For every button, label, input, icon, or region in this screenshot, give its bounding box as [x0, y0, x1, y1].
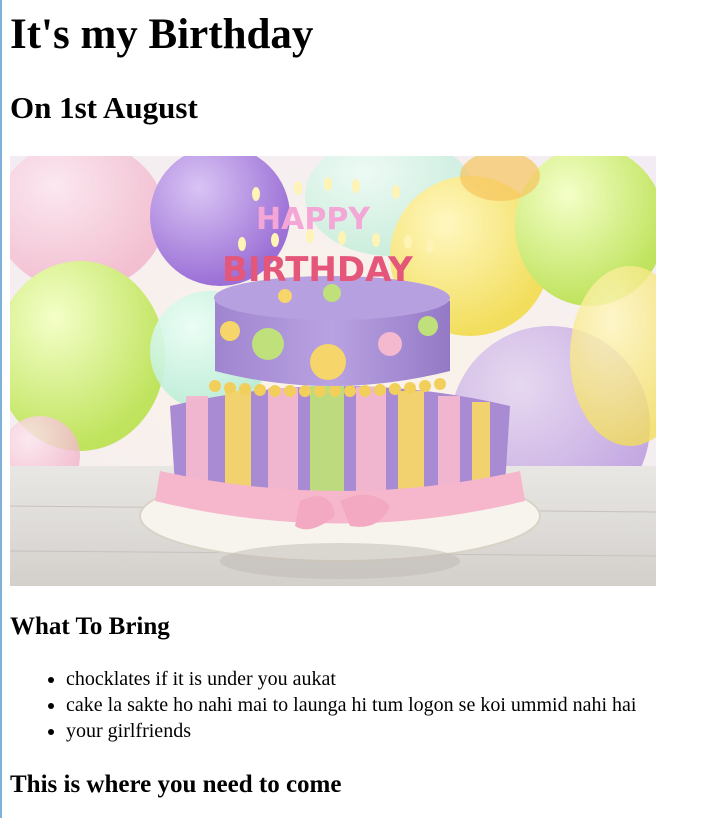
- page-title: It's my Birthday: [10, 11, 314, 58]
- what-to-bring-heading: What To Bring: [10, 613, 170, 640]
- birthday-cake-image: HAPPY BIRTHDAY: [10, 156, 656, 586]
- event-date-heading: On 1st August: [10, 90, 198, 125]
- list-item: your girlfriends: [66, 718, 636, 744]
- left-border-rule: [0, 0, 2, 818]
- bring-list: chocklates if it is under you aukat cake…: [10, 666, 636, 744]
- list-item: chocklates if it is under you aukat: [66, 666, 636, 692]
- cake-letter-birthday: BIRTHDAY: [222, 250, 413, 290]
- list-item: cake la sakte ho nahi mai to launga hi t…: [66, 692, 636, 718]
- cake-letter-happy: HAPPY: [256, 202, 371, 237]
- location-heading: This is where you need to come: [10, 771, 342, 798]
